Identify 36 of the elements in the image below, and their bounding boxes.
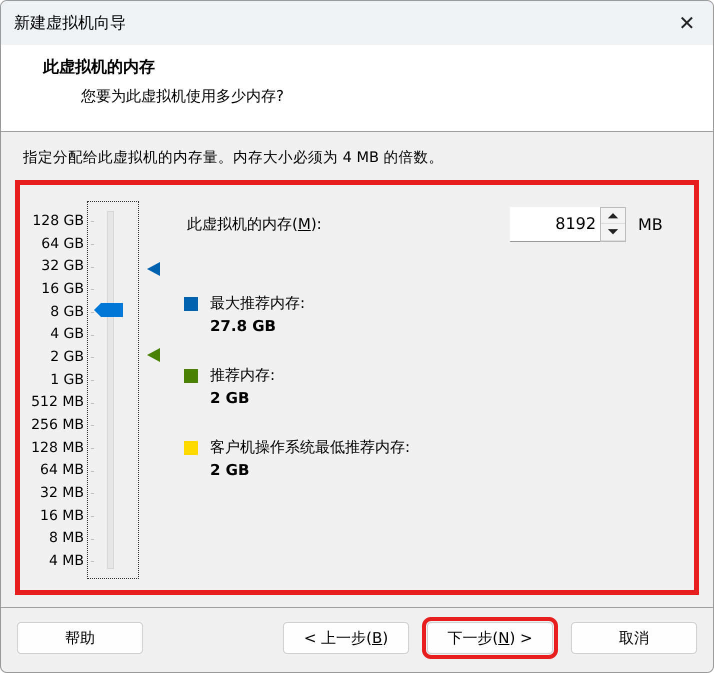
legend-label: 客户机操作系统最低推荐内存: [210, 438, 410, 457]
window-title: 新建虚拟机向导 [14, 12, 126, 34]
scale-label: 32 MB [40, 484, 84, 503]
memory-value-field[interactable]: 8192 [510, 206, 600, 242]
scale-label: 512 MB [31, 393, 84, 412]
legend-label: 最大推荐内存: [210, 294, 306, 313]
scale-label: 32 GB [41, 257, 84, 276]
scale-label: 256 MB [31, 416, 84, 435]
scale-label: 8 GB [50, 302, 84, 322]
spin-buttons[interactable] [600, 206, 626, 242]
description-text: 指定分配给此虚拟机的内存量。内存大小必须为 4 MB 的倍数。 [23, 148, 445, 167]
legend-label: 推荐内存: [210, 366, 276, 385]
dialog-button[interactable]: 帮助 [17, 622, 143, 654]
scale-label: 8 MB [48, 529, 84, 548]
unit-label: MB [638, 214, 663, 234]
scale-label: 128 MB [31, 438, 84, 458]
close-button[interactable]: ✕ [667, 3, 707, 43]
scale-label: 16 GB [41, 280, 84, 299]
slider-thumb[interactable] [94, 303, 124, 318]
scale-label: 128 GB [32, 212, 84, 231]
dialog-button[interactable]: < 上一步(B) [283, 622, 409, 654]
scale-label: 64 GB [41, 234, 84, 254]
legend-value: 27.8 GB [210, 317, 277, 335]
dialog-button[interactable]: 取消 [571, 622, 697, 654]
memory-label: 此虚拟机的内存(M): [187, 214, 323, 234]
page-subtitle: 您要为此虚拟机使用多少内存? [81, 87, 285, 106]
scale-label: 16 MB [40, 506, 84, 526]
legend-value: 2 GB [210, 461, 250, 479]
scale-label: 2 GB [50, 348, 84, 367]
scale-label: 1 GB [50, 370, 84, 390]
legend-value: 2 GB [210, 389, 250, 407]
scale-label: 64 MB [40, 461, 84, 480]
scale-label: 4 MB [48, 552, 84, 571]
page-title: 此虚拟机的内存 [43, 57, 156, 78]
memory-slider[interactable] [87, 201, 160, 579]
scale-label: 4 GB [50, 325, 84, 344]
